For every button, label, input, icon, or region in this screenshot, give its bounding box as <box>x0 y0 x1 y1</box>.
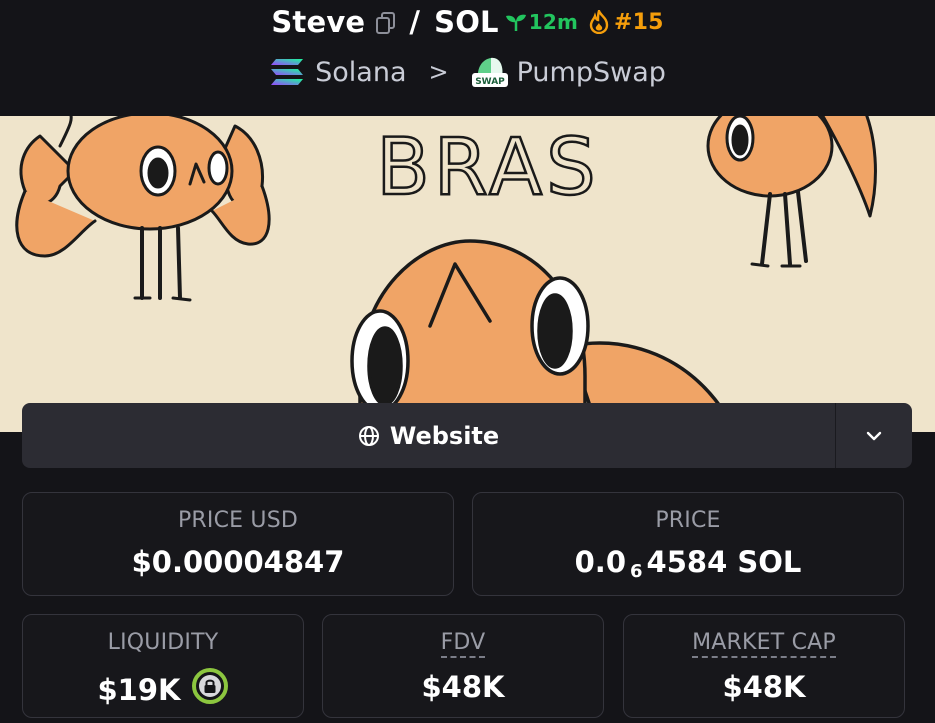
banner-caption: BRAS <box>376 123 599 213</box>
stat-value: $48K <box>421 670 505 704</box>
pair-title: Steve / SOL 12m #15 <box>0 2 935 42</box>
stat-label: PRICE USD <box>177 508 299 533</box>
stat-liquidity: LIQUIDITY $19K <box>22 614 304 718</box>
stat-label[interactable]: FDV <box>440 630 486 658</box>
banner-artwork: BRAS <box>0 116 935 432</box>
pumpswap-logo-icon: SWAP <box>471 57 508 87</box>
chevron-down-icon <box>866 431 882 440</box>
website-button-label: Website <box>389 421 500 450</box>
pair-header: Steve / SOL 12m #15 Solana > SWAP PumpSw… <box>0 0 935 116</box>
token-banner: BRAS <box>0 116 935 432</box>
liquidity-lock-icon[interactable] <box>191 667 229 712</box>
stat-market-cap: MARKET CAP $48K <box>623 614 905 718</box>
flame-icon <box>589 10 609 34</box>
links-dropdown-button[interactable] <box>836 403 912 468</box>
trending-rank-value: #15 <box>614 9 664 35</box>
chain-link[interactable]: Solana <box>315 57 406 88</box>
trending-rank: #15 <box>588 10 664 35</box>
globe-icon <box>358 425 379 446</box>
sprout-icon <box>505 14 526 31</box>
price-zero-count: 6 <box>630 560 643 582</box>
pair-slash: / <box>409 5 421 39</box>
pair-age: 12m <box>505 10 578 34</box>
stat-value: $19K <box>97 667 228 712</box>
pumpswap-badge-text: SWAP <box>475 77 505 87</box>
website-bar: Website <box>22 403 912 468</box>
stat-value: $48K <box>722 670 806 704</box>
stat-fdv: FDV $48K <box>322 614 604 718</box>
breadcrumb-separator: > <box>428 58 449 86</box>
stat-value: 0.0 6 4584 SOL <box>574 545 802 582</box>
dex-link[interactable]: PumpSwap <box>517 57 666 88</box>
solana-logo-icon <box>271 59 304 85</box>
copy-icon[interactable] <box>375 8 397 34</box>
quote-symbol: SOL <box>434 5 499 39</box>
stat-price-usd: PRICE USD $0.00004847 <box>22 492 454 596</box>
stat-label: PRICE <box>655 508 721 533</box>
token-name: Steve <box>271 5 366 39</box>
stat-label[interactable]: MARKET CAP <box>692 630 836 658</box>
stat-label: LIQUIDITY <box>107 630 219 655</box>
price-prefix: 0.0 <box>574 545 626 579</box>
breadcrumb: Solana > SWAP PumpSwap <box>0 52 935 92</box>
price-suffix: 4584 SOL <box>646 545 802 579</box>
pair-age-value: 12m <box>528 10 579 34</box>
stat-price-native: PRICE 0.0 6 4584 SOL <box>472 492 904 596</box>
stat-value: $0.00004847 <box>131 545 345 579</box>
website-button[interactable]: Website <box>22 403 836 468</box>
liquidity-value: $19K <box>97 672 181 707</box>
